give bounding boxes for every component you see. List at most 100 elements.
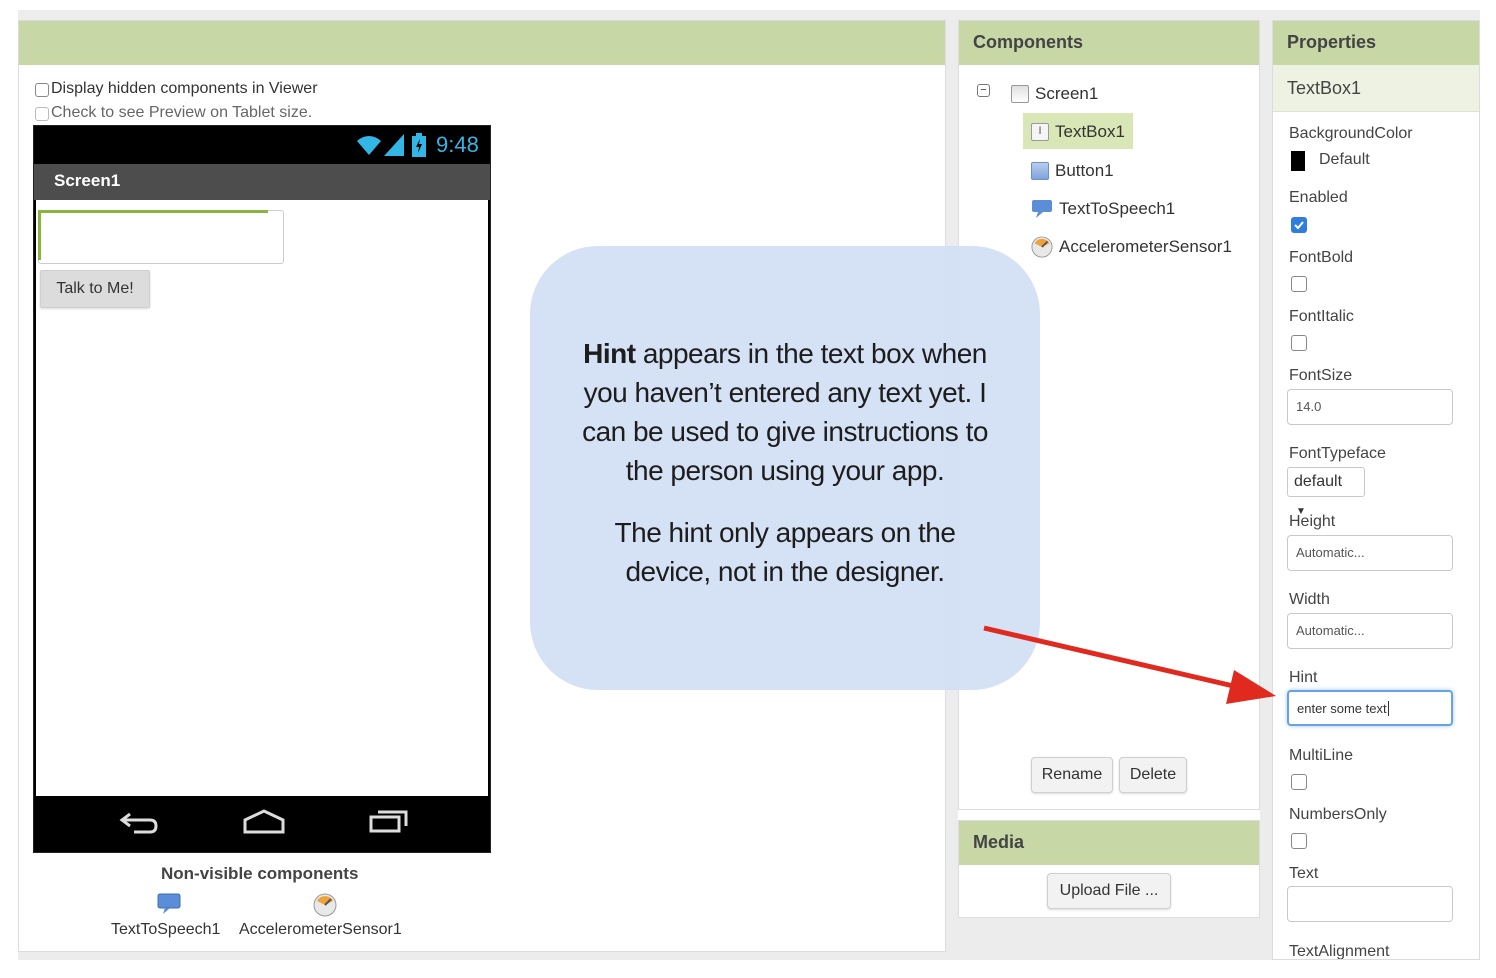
panel-gap-2: [1260, 20, 1272, 952]
fontitalic-checkbox[interactable]: [1291, 335, 1307, 351]
display-hidden-checkbox[interactable]: [35, 83, 49, 97]
hint-label: Hint: [1289, 669, 1318, 686]
properties-component-bar: TextBox1: [1273, 65, 1479, 112]
tree-item-textbox1[interactable]: I TextBox1: [1031, 117, 1125, 147]
nonvisible-title: Non-visible components: [161, 864, 359, 883]
callout-line-1-rest: appears in the text box when: [635, 338, 988, 369]
sensor-icon: [313, 893, 337, 917]
properties-title: Properties: [1287, 32, 1377, 52]
height-input[interactable]: Automatic...: [1287, 535, 1453, 571]
callout-line-3: can be used to give instructions to: [582, 416, 988, 447]
callout-line-4: the person using your app.: [625, 455, 945, 486]
rename-button[interactable]: Rename: [1031, 757, 1113, 793]
tree-item-label: Screen1: [1035, 84, 1099, 103]
textalignment-label: TextAlignment: [1289, 943, 1390, 960]
screen-content: Talk to Me!: [36, 200, 488, 796]
tree-item-button1[interactable]: Button1: [1031, 156, 1114, 186]
hint-input[interactable]: enter some text: [1287, 690, 1453, 726]
media-below-gap: [958, 918, 1260, 952]
tree-item-label: TextToSpeech1: [1059, 199, 1176, 218]
fontitalic-label: FontItalic: [1289, 308, 1354, 325]
navigation-bar: [34, 796, 490, 852]
enabled-label: Enabled: [1289, 189, 1348, 206]
height-label: Height: [1289, 513, 1336, 530]
viewer-header: [19, 21, 945, 65]
status-bar: 9:48: [34, 126, 490, 164]
media-panel: Media Upload File ...: [958, 820, 1260, 918]
speech-icon: [1032, 200, 1052, 218]
callout-line-2: you haven’t entered any text yet. I: [583, 377, 987, 408]
home-icon[interactable]: [242, 808, 286, 836]
background-color-value[interactable]: Default: [1319, 151, 1370, 169]
fontsize-label: FontSize: [1289, 367, 1353, 384]
numbersonly-checkbox[interactable]: [1291, 833, 1307, 849]
text-input[interactable]: [1287, 886, 1453, 922]
media-title: Media: [973, 832, 1025, 852]
back-icon[interactable]: [118, 810, 160, 836]
tablet-preview-label: Check to see Preview on Tablet size.: [51, 104, 313, 121]
recent-apps-icon[interactable]: [368, 808, 410, 836]
width-input[interactable]: Automatic...: [1287, 613, 1453, 649]
background-color-swatch[interactable]: [1291, 151, 1305, 171]
status-time: 9:48: [436, 132, 479, 157]
fonttypeface-value: default: [1294, 473, 1343, 490]
tree-item-label: TextBox1: [1055, 122, 1125, 141]
button-icon: [1031, 162, 1049, 180]
hint-input-value: enter some text: [1297, 701, 1387, 716]
phone-mockup: 9:48 Screen1 Talk to Me!: [33, 125, 491, 853]
background-color-label: BackgroundColor: [1289, 125, 1413, 142]
text-cursor: [1387, 701, 1389, 716]
checkmark-icon: [1294, 221, 1304, 230]
nonvisible-item-accelerometer[interactable]: AccelerometerSensor1: [239, 921, 402, 939]
numbersonly-label: NumbersOnly: [1289, 806, 1387, 823]
callout-line-5: The hint only appears on the: [614, 517, 956, 548]
page-top-border: [18, 10, 1480, 20]
wifi-icon: [357, 136, 381, 155]
battery-icon: [412, 133, 426, 157]
textbox-icon: I: [1031, 123, 1049, 141]
tree-item-accelerometer1[interactable]: AccelerometerSensor1: [1031, 232, 1232, 262]
page-bottom-border: [18, 952, 1272, 960]
tree-item-label: AccelerometerSensor1: [1059, 237, 1232, 256]
hint-callout: Hint appears in the text box when you ha…: [530, 246, 1040, 690]
screen-title: Screen1: [54, 171, 121, 190]
callout-line-1: Hint appears in the text box when: [530, 334, 1040, 373]
nonvisible-item-texttospeech[interactable]: TextToSpeech1: [111, 921, 220, 939]
properties-component-name: TextBox1: [1287, 78, 1362, 98]
tree-item-screen1[interactable]: Screen1: [1011, 79, 1098, 109]
talk-to-me-button[interactable]: Talk to Me!: [40, 270, 150, 308]
upload-file-button[interactable]: Upload File ...: [1047, 873, 1171, 909]
tablet-preview-checkbox[interactable]: [35, 107, 49, 121]
media-header: Media: [959, 821, 1259, 865]
tree-item-label: Button1: [1055, 161, 1114, 180]
properties-header: Properties: [1273, 21, 1479, 65]
fontbold-checkbox[interactable]: [1291, 276, 1307, 292]
fonttypeface-dropdown[interactable]: default ▼: [1287, 467, 1365, 517]
multiline-label: MultiLine: [1289, 747, 1354, 764]
sensor-icon: [1031, 236, 1053, 258]
width-label: Width: [1289, 591, 1330, 608]
textbox-preview[interactable]: [38, 210, 284, 264]
fontsize-input[interactable]: 14.0: [1287, 389, 1453, 425]
textbox-focus-left: [38, 210, 41, 260]
properties-panel: Properties TextBox1 BackgroundColor Defa…: [1272, 20, 1480, 960]
components-header: Components: [959, 21, 1259, 65]
display-hidden-label: Display hidden components in Viewer: [51, 80, 318, 97]
collapse-toggle-icon[interactable]: −: [977, 84, 990, 97]
callout-text: Hint appears in the text box when you ha…: [530, 334, 1040, 591]
red-arrow: [983, 625, 1276, 704]
speech-icon: [157, 893, 181, 914]
screen-title-bar: Screen1: [34, 164, 490, 200]
textbox-focus-line: [38, 210, 268, 213]
text-label: Text: [1289, 865, 1319, 882]
signal-icon: [384, 134, 404, 156]
components-title: Components: [973, 32, 1083, 52]
fonttypeface-label: FontTypeface: [1289, 445, 1386, 462]
tree-item-texttospeech1[interactable]: TextToSpeech1: [1031, 194, 1175, 224]
screen-icon: [1011, 85, 1029, 103]
multiline-checkbox[interactable]: [1291, 774, 1307, 790]
enabled-checkbox[interactable]: [1291, 217, 1307, 233]
delete-button[interactable]: Delete: [1119, 757, 1187, 793]
callout-spacer: [530, 490, 1040, 513]
fontbold-label: FontBold: [1289, 249, 1354, 266]
